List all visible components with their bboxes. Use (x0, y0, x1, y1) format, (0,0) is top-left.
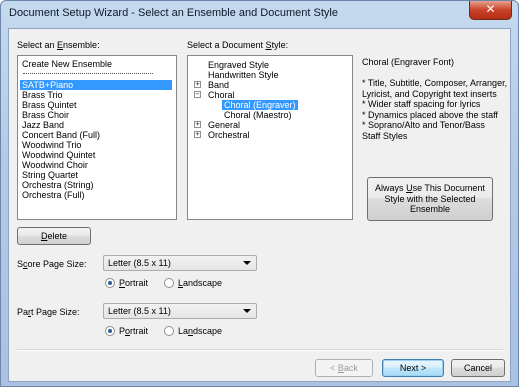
part-page-size-label: Part Page Size: (17, 307, 80, 317)
document-style-label: Select a Document Style: (187, 40, 289, 50)
score-portrait-label[interactable]: Portrait (119, 278, 148, 288)
tree-item-choral-engraver[interactable]: Choral (Engraver) (222, 100, 298, 110)
expand-plus-icon[interactable]: + (194, 81, 201, 88)
always-use-style-button[interactable]: Always Use This Document Style with the … (367, 177, 493, 221)
part-landscape-label[interactable]: Landscape (178, 326, 222, 336)
ensemble-separator (23, 73, 153, 74)
back-button[interactable]: < Back (315, 359, 373, 377)
part-portrait-label[interactable]: Portrait (119, 326, 148, 336)
ensemble-item-orchestra-full[interactable]: Orchestra (Full) (20, 190, 87, 200)
close-button[interactable]: ✕ (469, 1, 512, 20)
ensemble-listbox[interactable]: Create New Ensemble SATB+Piano Brass Tri… (17, 55, 177, 220)
cancel-button[interactable]: Cancel (451, 359, 505, 377)
delete-button[interactable]: Delete (17, 227, 91, 245)
tree-item-handwritten-style[interactable]: Handwritten Style (206, 70, 281, 80)
wizard-window: Document Setup Wizard - Select an Ensemb… (0, 0, 519, 387)
ensemble-item-woodwind-choir[interactable]: Woodwind Choir (20, 160, 90, 170)
part-landscape-radio[interactable] (164, 326, 174, 336)
window-title: Document Setup Wizard - Select an Ensemb… (9, 7, 338, 19)
ensemble-item-orchestra-string[interactable]: Orchestra (String) (20, 180, 96, 190)
ensemble-item-jazz-band[interactable]: Jazz Band (20, 120, 66, 130)
part-page-size-select[interactable]: Letter (8.5 x 11) (103, 303, 257, 319)
part-portrait-radio[interactable] (105, 326, 115, 336)
tree-item-engraved-style[interactable]: Engraved Style (206, 60, 271, 70)
next-button[interactable]: Next > (382, 359, 444, 377)
score-portrait-radio[interactable] (105, 278, 115, 288)
expand-plus-icon[interactable]: + (194, 131, 201, 138)
ensemble-item-woodwind-quintet[interactable]: Woodwind Quintet (20, 150, 97, 160)
tree-item-choral[interactable]: Choral (206, 90, 237, 100)
expand-plus-icon[interactable]: + (194, 121, 201, 128)
ensemble-item-string-quartet[interactable]: String Quartet (20, 170, 80, 180)
style-description-title: Choral (Engraver Font) (362, 57, 455, 67)
tree-item-choral-maestro[interactable]: Choral (Maestro) (222, 110, 294, 120)
ensemble-item-brass-trio[interactable]: Brass Trio (20, 90, 65, 100)
chevron-down-icon (243, 261, 251, 265)
ensemble-item-satb-piano[interactable]: SATB+Piano (20, 80, 172, 90)
tree-item-orchestral[interactable]: Orchestral (206, 130, 252, 140)
title-bar[interactable]: Document Setup Wizard - Select an Ensemb… (1, 1, 518, 25)
close-icon: ✕ (485, 2, 496, 16)
chevron-down-icon (243, 309, 251, 313)
style-description-text: * Title, Subtitle, Composer, Arranger, L… (362, 78, 508, 141)
wizard-client-area: Select an Ensemble: Create New Ensemble … (8, 28, 511, 382)
score-page-size-label: Score Page Size: (17, 259, 87, 269)
tree-item-band[interactable]: Band (206, 80, 231, 90)
ensemble-item-brass-choir[interactable]: Brass Choir (20, 110, 71, 120)
ensemble-item-create-new[interactable]: Create New Ensemble (20, 59, 114, 69)
ensemble-item-concert-band[interactable]: Concert Band (Full) (20, 130, 102, 140)
tree-item-general[interactable]: General (206, 120, 242, 130)
score-landscape-radio[interactable] (164, 278, 174, 288)
ensemble-item-woodwind-trio[interactable]: Woodwind Trio (20, 140, 83, 150)
ensemble-label: Select an Ensemble: (17, 40, 100, 50)
document-style-tree[interactable]: Engraved Style Handwritten Style + Band … (187, 55, 353, 220)
footer-divider (17, 349, 503, 351)
collapse-minus-icon[interactable]: − (194, 91, 201, 98)
score-page-size-select[interactable]: Letter (8.5 x 11) (103, 255, 257, 271)
ensemble-item-brass-quintet[interactable]: Brass Quintet (20, 100, 79, 110)
score-landscape-label[interactable]: Landscape (178, 278, 222, 288)
